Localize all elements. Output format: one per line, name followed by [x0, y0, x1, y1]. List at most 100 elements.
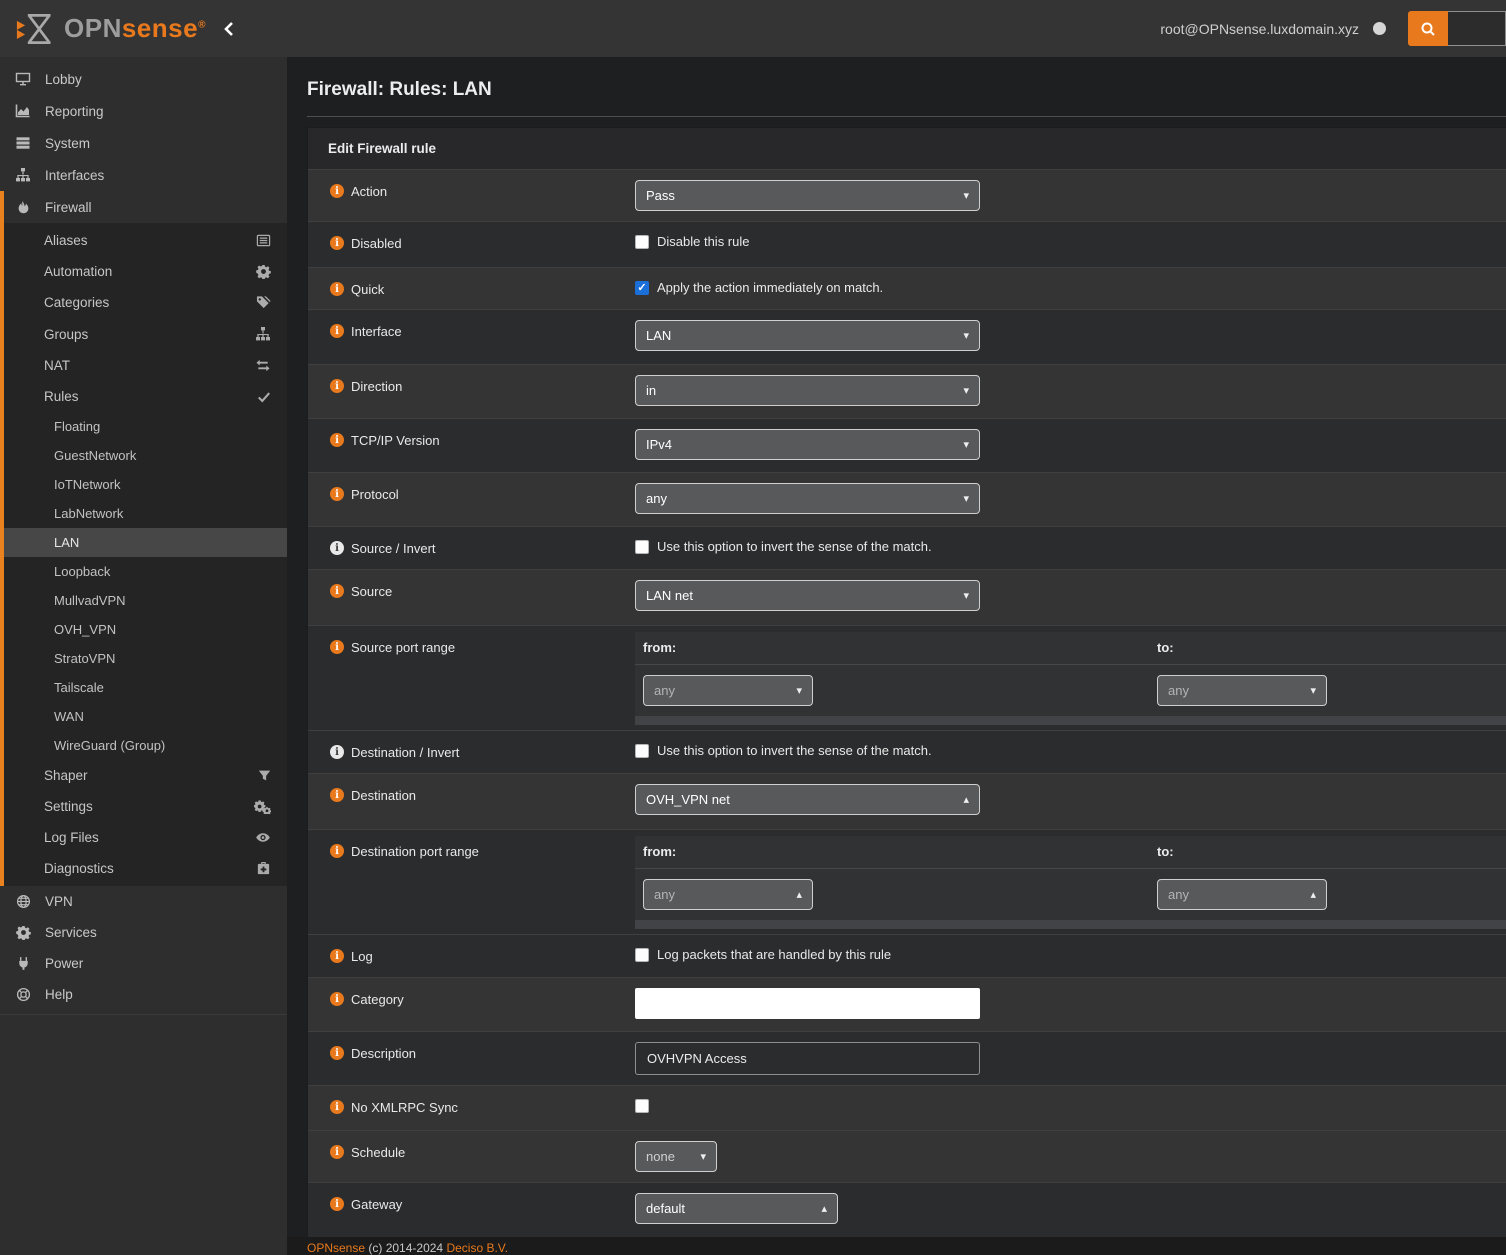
sidebar-item-firewall[interactable]: Firewall: [4, 191, 287, 223]
sidebar-item-lan[interactable]: LAN: [4, 528, 287, 557]
search-input[interactable]: [1448, 11, 1506, 46]
search-button[interactable]: [1408, 11, 1448, 46]
from-column: any▾: [643, 675, 1157, 706]
sidebar-item-lobby[interactable]: Lobby: [0, 63, 287, 95]
sidebar-subitem-label: Log Files: [44, 830, 255, 845]
sidebar-item-stratovpn[interactable]: StratoVPN: [4, 644, 287, 673]
sidebar-item-power[interactable]: Power: [0, 948, 287, 979]
sidebar-item-nat[interactable]: NAT: [4, 350, 287, 381]
sidebar-item-automation[interactable]: Automation: [4, 256, 287, 287]
sidebar-collapse-icon[interactable]: [224, 22, 234, 36]
sidebar-section-lobby: Lobby: [0, 63, 287, 95]
sidebar-item-rules[interactable]: Rules: [4, 381, 287, 412]
form-field-cell: OVH_VPN net▴: [635, 774, 1506, 829]
to-port-select[interactable]: any▾: [1157, 675, 1327, 706]
form-label-cell: iInterface: [308, 310, 635, 364]
brand-text: OPNsense®: [64, 13, 206, 44]
form-label-cell: iDestination / Invert: [308, 731, 635, 773]
sidebar-item-help[interactable]: Help: [0, 979, 287, 1010]
chevron-down-icon: ▾: [963, 589, 969, 602]
destination-select[interactable]: OVH_VPN net▴: [635, 784, 980, 815]
sidebar-item-loopback[interactable]: Loopback: [4, 557, 287, 586]
source-invert-checkbox[interactable]: [635, 540, 649, 554]
sidebar-item-vpn[interactable]: VPN: [0, 886, 287, 917]
horizontal-scrollbar[interactable]: [635, 920, 1506, 929]
sidebar-item-iotnetwork[interactable]: IoTNetwork: [4, 470, 287, 499]
form-label-cell: iDescription: [308, 1032, 635, 1085]
sidebar-item-categories[interactable]: Categories: [4, 287, 287, 318]
sidebar-item-mullvadvpn[interactable]: MullvadVPN: [4, 586, 287, 615]
tcp-ip-version-select[interactable]: IPv4▾: [635, 429, 980, 460]
fire-icon: [14, 199, 32, 215]
info-icon: i: [330, 379, 344, 393]
field-label: Category: [351, 992, 404, 1007]
destination-invert-checkbox[interactable]: [635, 744, 649, 758]
sidebar: LobbyReportingSystemInterfacesFirewall Al…: [0, 57, 287, 1255]
info-icon: i: [330, 282, 344, 296]
checkbox-label: Apply the action immediately on match.: [657, 280, 883, 296]
to-port-select[interactable]: any▴: [1157, 879, 1327, 910]
sidebar-item-ovh-vpn[interactable]: OVH_VPN: [4, 615, 287, 644]
sidebar-item-floating[interactable]: Floating: [4, 412, 287, 441]
form-row-log: iLogLog packets that are handled by this…: [308, 934, 1506, 977]
sidebar-item-aliases[interactable]: Aliases: [4, 225, 287, 256]
sidebar-item-settings[interactable]: Settings: [4, 791, 287, 822]
interface-select[interactable]: LAN▾: [635, 320, 980, 351]
selected-value: none: [646, 1149, 675, 1164]
destination-port-range-table: from:to:any▴any▴: [635, 836, 1506, 929]
form-field-cell: none▾: [635, 1131, 1506, 1182]
description-input[interactable]: [635, 1042, 980, 1075]
protocol-select[interactable]: any▾: [635, 483, 980, 514]
log-checkbox[interactable]: [635, 948, 649, 962]
opnsense-logo[interactable]: OPNsense®: [0, 12, 250, 46]
form-row-source-invert: iSource / InvertUse this option to inver…: [308, 526, 1506, 569]
direction-select[interactable]: in▾: [635, 375, 980, 406]
sidebar-item-services[interactable]: Services: [0, 917, 287, 948]
category-input[interactable]: [635, 988, 980, 1019]
sidebar-item-interfaces[interactable]: Interfaces: [0, 159, 287, 191]
port-range-header: from: to:: [635, 632, 1506, 665]
opnsense-footer-link[interactable]: OPNsense: [307, 1241, 365, 1255]
info-icon: i: [330, 1145, 344, 1159]
deciso-footer-link[interactable]: Deciso B.V.: [446, 1241, 508, 1255]
quick-checkbox[interactable]: ✓: [635, 281, 649, 295]
sidebar-item-tailscale[interactable]: Tailscale: [4, 673, 287, 702]
form-field-cell: IPv4▾: [635, 419, 1506, 472]
to-column-header: to:: [1157, 640, 1174, 655]
form-field-cell: LAN▾: [635, 310, 1506, 364]
selected-value: default: [646, 1201, 685, 1216]
info-icon: i: [330, 584, 344, 598]
sidebar-subitem-label: Aliases: [44, 233, 256, 248]
sidebar-item-guestnetwork[interactable]: GuestNetwork: [4, 441, 287, 470]
horizontal-scrollbar[interactable]: [635, 716, 1506, 725]
sidebar-item-shaper[interactable]: Shaper: [4, 760, 287, 791]
form-row-gateway: iGatewaydefault▴: [308, 1182, 1506, 1242]
sidebar-item-system[interactable]: System: [0, 127, 287, 159]
sidebar-item-diagnostics[interactable]: Diagnostics: [4, 853, 287, 884]
sidebar-item-log-files[interactable]: Log Files: [4, 822, 287, 853]
sidebar-item-groups[interactable]: Groups: [4, 318, 287, 350]
gateway-select[interactable]: default▴: [635, 1193, 838, 1224]
sidebar-item-wireguard-group[interactable]: WireGuard (Group): [4, 731, 287, 760]
form-label-cell: iDisabled: [308, 222, 635, 267]
sidebar-item-wan[interactable]: WAN: [4, 702, 287, 731]
source-select[interactable]: LAN net▾: [635, 580, 980, 611]
sidebar-item-reporting[interactable]: Reporting: [0, 95, 287, 127]
field-label: Action: [351, 184, 387, 199]
schedule-select[interactable]: none▾: [635, 1141, 717, 1172]
from-label: from:: [643, 640, 676, 655]
no-xmlrpc-sync-checkbox[interactable]: [635, 1099, 649, 1113]
from-port-select[interactable]: any▴: [643, 879, 813, 910]
form-row-disabled: iDisabledDisable this rule: [308, 221, 1506, 267]
chevron-up-icon: ▴: [1310, 888, 1316, 901]
disabled-checkbox[interactable]: [635, 235, 649, 249]
info-icon: i: [330, 487, 344, 501]
to-label: to:: [1157, 640, 1174, 655]
sidebar-item-labnetwork[interactable]: LabNetwork: [4, 499, 287, 528]
field-label: Quick: [351, 282, 384, 297]
tags-icon: [256, 295, 271, 310]
copyright-text: (c) 2014-2024: [368, 1241, 443, 1255]
from-port-select[interactable]: any▾: [643, 675, 813, 706]
form-field-cell: in▾: [635, 365, 1506, 418]
action-select[interactable]: Pass▾: [635, 180, 980, 211]
